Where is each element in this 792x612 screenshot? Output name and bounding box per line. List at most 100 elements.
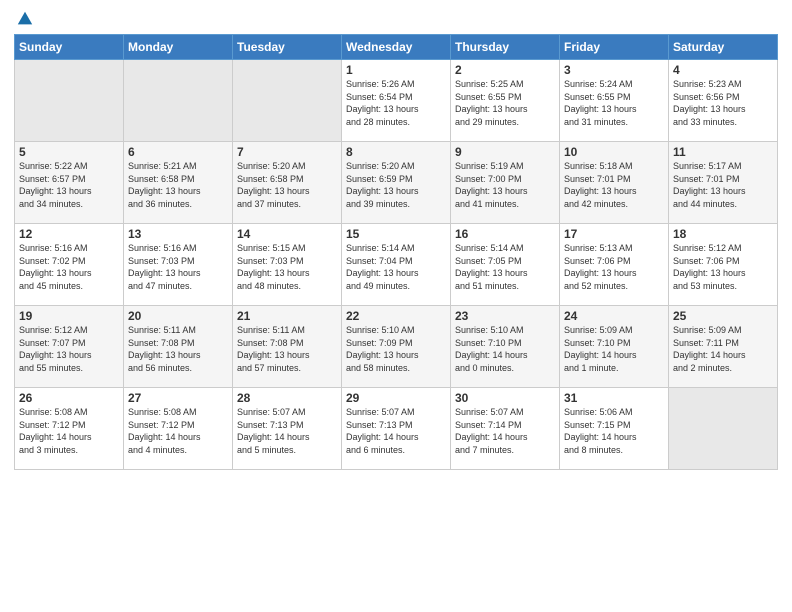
day-number: 15 bbox=[346, 227, 446, 241]
day-number: 17 bbox=[564, 227, 664, 241]
day-of-week-header: Saturday bbox=[669, 35, 778, 60]
calendar-empty-cell bbox=[124, 60, 233, 142]
calendar-day-cell: 14Sunrise: 5:15 AM Sunset: 7:03 PM Dayli… bbox=[233, 224, 342, 306]
calendar-day-cell: 18Sunrise: 5:12 AM Sunset: 7:06 PM Dayli… bbox=[669, 224, 778, 306]
day-info: Sunrise: 5:26 AM Sunset: 6:54 PM Dayligh… bbox=[346, 78, 446, 128]
day-of-week-header: Tuesday bbox=[233, 35, 342, 60]
day-info: Sunrise: 5:20 AM Sunset: 6:58 PM Dayligh… bbox=[237, 160, 337, 210]
day-number: 24 bbox=[564, 309, 664, 323]
day-number: 25 bbox=[673, 309, 773, 323]
day-info: Sunrise: 5:18 AM Sunset: 7:01 PM Dayligh… bbox=[564, 160, 664, 210]
calendar-day-cell: 7Sunrise: 5:20 AM Sunset: 6:58 PM Daylig… bbox=[233, 142, 342, 224]
day-info: Sunrise: 5:15 AM Sunset: 7:03 PM Dayligh… bbox=[237, 242, 337, 292]
calendar-day-cell: 22Sunrise: 5:10 AM Sunset: 7:09 PM Dayli… bbox=[342, 306, 451, 388]
header bbox=[14, 10, 778, 28]
calendar-header-row: SundayMondayTuesdayWednesdayThursdayFrid… bbox=[15, 35, 778, 60]
logo bbox=[14, 10, 34, 28]
day-info: Sunrise: 5:14 AM Sunset: 7:04 PM Dayligh… bbox=[346, 242, 446, 292]
calendar-day-cell: 10Sunrise: 5:18 AM Sunset: 7:01 PM Dayli… bbox=[560, 142, 669, 224]
calendar-week-row: 19Sunrise: 5:12 AM Sunset: 7:07 PM Dayli… bbox=[15, 306, 778, 388]
calendar-day-cell: 31Sunrise: 5:06 AM Sunset: 7:15 PM Dayli… bbox=[560, 388, 669, 470]
calendar-day-cell: 3Sunrise: 5:24 AM Sunset: 6:55 PM Daylig… bbox=[560, 60, 669, 142]
calendar-day-cell: 13Sunrise: 5:16 AM Sunset: 7:03 PM Dayli… bbox=[124, 224, 233, 306]
day-number: 1 bbox=[346, 63, 446, 77]
calendar-day-cell: 17Sunrise: 5:13 AM Sunset: 7:06 PM Dayli… bbox=[560, 224, 669, 306]
calendar-day-cell: 15Sunrise: 5:14 AM Sunset: 7:04 PM Dayli… bbox=[342, 224, 451, 306]
calendar-day-cell: 29Sunrise: 5:07 AM Sunset: 7:13 PM Dayli… bbox=[342, 388, 451, 470]
day-info: Sunrise: 5:07 AM Sunset: 7:13 PM Dayligh… bbox=[346, 406, 446, 456]
calendar-table: SundayMondayTuesdayWednesdayThursdayFrid… bbox=[14, 34, 778, 470]
calendar-container: SundayMondayTuesdayWednesdayThursdayFrid… bbox=[0, 0, 792, 612]
day-of-week-header: Wednesday bbox=[342, 35, 451, 60]
day-number: 10 bbox=[564, 145, 664, 159]
day-number: 2 bbox=[455, 63, 555, 77]
calendar-day-cell: 5Sunrise: 5:22 AM Sunset: 6:57 PM Daylig… bbox=[15, 142, 124, 224]
day-info: Sunrise: 5:11 AM Sunset: 7:08 PM Dayligh… bbox=[237, 324, 337, 374]
calendar-day-cell: 8Sunrise: 5:20 AM Sunset: 6:59 PM Daylig… bbox=[342, 142, 451, 224]
day-info: Sunrise: 5:07 AM Sunset: 7:14 PM Dayligh… bbox=[455, 406, 555, 456]
calendar-day-cell: 6Sunrise: 5:21 AM Sunset: 6:58 PM Daylig… bbox=[124, 142, 233, 224]
day-number: 6 bbox=[128, 145, 228, 159]
calendar-week-row: 5Sunrise: 5:22 AM Sunset: 6:57 PM Daylig… bbox=[15, 142, 778, 224]
calendar-day-cell: 16Sunrise: 5:14 AM Sunset: 7:05 PM Dayli… bbox=[451, 224, 560, 306]
day-number: 3 bbox=[564, 63, 664, 77]
day-number: 13 bbox=[128, 227, 228, 241]
calendar-day-cell: 27Sunrise: 5:08 AM Sunset: 7:12 PM Dayli… bbox=[124, 388, 233, 470]
calendar-week-row: 26 Sunrise: 5:08 AM Sunset: 7:12 PM Dayli… bbox=[15, 388, 778, 470]
day-number: 21 bbox=[237, 309, 337, 323]
calendar-empty-cell bbox=[233, 60, 342, 142]
day-number: 4 bbox=[673, 63, 773, 77]
calendar-empty-cell bbox=[669, 388, 778, 470]
calendar-day-cell: 26Sunrise: 5:08 AM Sunset: 7:12 PM Dayli… bbox=[15, 388, 124, 470]
calendar-day-cell: 23Sunrise: 5:10 AM Sunset: 7:10 PM Dayli… bbox=[451, 306, 560, 388]
day-info: Sunrise: 5:21 AM Sunset: 6:58 PM Dayligh… bbox=[128, 160, 228, 210]
day-number: 23 bbox=[455, 309, 555, 323]
day-info: Sunrise: 5:10 AM Sunset: 7:09 PM Dayligh… bbox=[346, 324, 446, 374]
day-of-week-header: Thursday bbox=[451, 35, 560, 60]
day-number: 5 bbox=[19, 145, 119, 159]
day-number: 28 bbox=[237, 391, 337, 405]
calendar-empty-cell bbox=[15, 60, 124, 142]
calendar-day-cell: 25Sunrise: 5:09 AM Sunset: 7:11 PM Dayli… bbox=[669, 306, 778, 388]
day-number: 14 bbox=[237, 227, 337, 241]
day-info: Sunrise: 5:12 AM Sunset: 7:07 PM Dayligh… bbox=[19, 324, 119, 374]
day-info: Sunrise: 5:06 AM Sunset: 7:15 PM Dayligh… bbox=[564, 406, 664, 456]
calendar-day-cell: 21Sunrise: 5:11 AM Sunset: 7:08 PM Dayli… bbox=[233, 306, 342, 388]
day-info: Sunrise: 5:07 AM Sunset: 7:13 PM Dayligh… bbox=[237, 406, 337, 456]
day-info: Sunrise: 5:23 AM Sunset: 6:56 PM Dayligh… bbox=[673, 78, 773, 128]
calendar-day-cell: 20Sunrise: 5:11 AM Sunset: 7:08 PM Dayli… bbox=[124, 306, 233, 388]
day-number: 30 bbox=[455, 391, 555, 405]
day-info: Sunrise: 5:11 AM Sunset: 7:08 PM Dayligh… bbox=[128, 324, 228, 374]
day-info: Sunrise: 5:17 AM Sunset: 7:01 PM Dayligh… bbox=[673, 160, 773, 210]
day-info: Sunrise: 5:24 AM Sunset: 6:55 PM Dayligh… bbox=[564, 78, 664, 128]
calendar-day-cell: 11Sunrise: 5:17 AM Sunset: 7:01 PM Dayli… bbox=[669, 142, 778, 224]
day-number: 29 bbox=[346, 391, 446, 405]
calendar-day-cell: 19Sunrise: 5:12 AM Sunset: 7:07 PM Dayli… bbox=[15, 306, 124, 388]
day-info: Sunrise: 5:12 AM Sunset: 7:06 PM Dayligh… bbox=[673, 242, 773, 292]
calendar-day-cell: 30Sunrise: 5:07 AM Sunset: 7:14 PM Dayli… bbox=[451, 388, 560, 470]
day-number: 16 bbox=[455, 227, 555, 241]
calendar-day-cell: 28Sunrise: 5:07 AM Sunset: 7:13 PM Dayli… bbox=[233, 388, 342, 470]
day-number: 8 bbox=[346, 145, 446, 159]
calendar-week-row: 1Sunrise: 5:26 AM Sunset: 6:54 PM Daylig… bbox=[15, 60, 778, 142]
day-info: Sunrise: 5:09 AM Sunset: 7:10 PM Dayligh… bbox=[564, 324, 664, 374]
day-of-week-header: Sunday bbox=[15, 35, 124, 60]
day-number: 18 bbox=[673, 227, 773, 241]
day-number: 26 bbox=[19, 391, 119, 405]
day-info: Sunrise: 5:09 AM Sunset: 7:11 PM Dayligh… bbox=[673, 324, 773, 374]
calendar-week-row: 12Sunrise: 5:16 AM Sunset: 7:02 PM Dayli… bbox=[15, 224, 778, 306]
day-info: Sunrise: 5:16 AM Sunset: 7:03 PM Dayligh… bbox=[128, 242, 228, 292]
calendar-day-cell: 9Sunrise: 5:19 AM Sunset: 7:00 PM Daylig… bbox=[451, 142, 560, 224]
day-of-week-header: Friday bbox=[560, 35, 669, 60]
day-number: 27 bbox=[128, 391, 228, 405]
day-info: Sunrise: 5:14 AM Sunset: 7:05 PM Dayligh… bbox=[455, 242, 555, 292]
day-info: Sunrise: 5:22 AM Sunset: 6:57 PM Dayligh… bbox=[19, 160, 119, 210]
day-info: Sunrise: 5:10 AM Sunset: 7:10 PM Dayligh… bbox=[455, 324, 555, 374]
day-info: Sunrise: 5:08 AM Sunset: 7:12 PM Dayligh… bbox=[128, 406, 228, 456]
day-number: 22 bbox=[346, 309, 446, 323]
calendar-day-cell: 4Sunrise: 5:23 AM Sunset: 6:56 PM Daylig… bbox=[669, 60, 778, 142]
day-of-week-header: Monday bbox=[124, 35, 233, 60]
day-number: 11 bbox=[673, 145, 773, 159]
day-number: 7 bbox=[237, 145, 337, 159]
day-number: 31 bbox=[564, 391, 664, 405]
